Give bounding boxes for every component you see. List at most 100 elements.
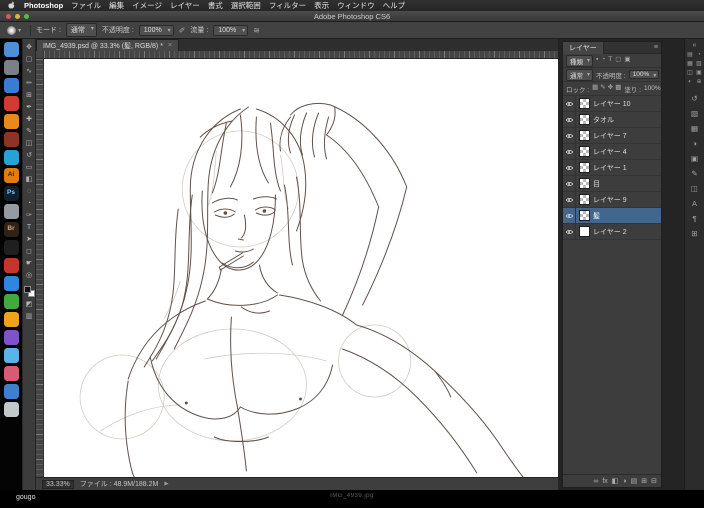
apple-menu-icon[interactable]	[8, 1, 16, 10]
menu-app-name[interactable]: Photoshop	[24, 1, 63, 10]
foreground-color-swatch[interactable]	[23, 286, 31, 293]
visibility-eye-icon[interactable]	[563, 111, 576, 128]
layer-thumbnail[interactable]	[579, 178, 590, 189]
opacity-select[interactable]: 100%	[138, 24, 174, 36]
visibility-eye-icon[interactable]	[563, 143, 576, 160]
panel-dock-icon-6[interactable]: ▣	[696, 69, 702, 78]
layer-mask-icon[interactable]: ◧	[612, 478, 619, 485]
menu-item[interactable]: 表示	[314, 0, 329, 11]
visibility-eye-icon[interactable]	[563, 191, 576, 208]
dock-app-icon-7[interactable]	[3, 150, 19, 165]
airbrush-icon[interactable]: ≋	[253, 26, 260, 35]
eraser-tool[interactable]: ▭	[26, 162, 33, 174]
fill-value[interactable]: 100%	[644, 85, 661, 92]
layer-row[interactable]: タオル	[563, 111, 661, 128]
quick-selection-tool[interactable]: ✏	[26, 78, 32, 90]
layer-row[interactable]: 髪	[563, 207, 661, 224]
menu-item[interactable]: 編集	[109, 0, 124, 11]
layer-name[interactable]: レイヤー 10	[593, 99, 631, 109]
layer-row[interactable]: レイヤー 2	[563, 223, 661, 240]
color-panel-icon[interactable]: ▧	[691, 106, 698, 121]
filter-adjustment-icon[interactable]: ◔	[601, 57, 605, 64]
flow-select[interactable]: 100%	[213, 24, 249, 36]
close-window-button[interactable]	[6, 14, 11, 19]
layer-row[interactable]: レイヤー 4	[563, 143, 661, 160]
dock-app-icon-13[interactable]	[3, 258, 19, 273]
bridge-icon[interactable]: Br	[3, 222, 19, 237]
filter-shape-icon[interactable]: ▢	[615, 57, 621, 64]
blur-tool[interactable]: ◌	[27, 186, 31, 198]
app-title-bar[interactable]: Adobe Photoshop CS6	[0, 11, 704, 22]
document-tab[interactable]: IMG_4939.psd @ 33.3% (髪, RGB/8) * ×	[36, 39, 180, 51]
menu-item[interactable]: フィルター	[269, 0, 306, 11]
zoom-window-button[interactable]	[24, 14, 29, 19]
layer-thumbnail[interactable]	[579, 226, 590, 237]
gradient-tool[interactable]: ◧	[26, 174, 33, 186]
new-layer-icon[interactable]: ⊞	[641, 478, 647, 485]
shape-tool[interactable]: ◻	[26, 246, 32, 258]
layer-blend-mode-select[interactable]: 通常	[566, 68, 593, 81]
dock-app-icon-16[interactable]	[3, 312, 19, 327]
layer-thumbnail[interactable]	[579, 130, 590, 141]
layer-thumbnail[interactable]	[579, 210, 590, 221]
dock-app-icon-15[interactable]	[3, 294, 19, 309]
crop-tool[interactable]: ⊞	[26, 90, 32, 102]
dock-app-icon-14[interactable]	[3, 276, 19, 291]
move-tool[interactable]: ✥	[26, 42, 32, 54]
link-layers-icon[interactable]: ∞	[593, 478, 598, 485]
panel-dock-icon-1[interactable]: ▤	[687, 51, 693, 60]
history-brush-tool[interactable]: ↺	[26, 150, 32, 162]
layer-row[interactable]: レイヤー 7	[563, 127, 661, 144]
dock-app-icon-17[interactable]	[3, 330, 19, 345]
tab-close-icon[interactable]: ×	[168, 42, 172, 49]
layer-name[interactable]: 髪	[593, 211, 600, 221]
minimize-window-button[interactable]	[15, 14, 20, 19]
layer-name[interactable]: レイヤー 7	[593, 131, 627, 141]
layer-row[interactable]: レイヤー 10	[563, 95, 661, 112]
layer-name[interactable]: レイヤー 4	[593, 147, 627, 157]
marquee-tool[interactable]: ▢	[26, 54, 33, 66]
layer-thumbnail[interactable]	[579, 194, 590, 205]
menu-item[interactable]: イメージ	[132, 0, 162, 11]
menu-item[interactable]: ファイル	[71, 0, 101, 11]
lock-transparency-icon[interactable]: ▦	[592, 85, 598, 92]
dock-app-icon-5[interactable]	[3, 114, 19, 129]
layer-row[interactable]: 目	[563, 175, 661, 192]
layer-row[interactable]: レイヤー 1	[563, 159, 661, 176]
dock-app-icon-2[interactable]	[3, 60, 19, 75]
visibility-eye-icon[interactable]	[563, 127, 576, 144]
menu-item[interactable]: 選択範囲	[231, 0, 261, 11]
photoshop-icon[interactable]: Ps	[3, 186, 19, 201]
panel-dock-icon-2[interactable]: ◔	[697, 51, 701, 60]
layer-filter-select[interactable]: 種類	[566, 54, 593, 67]
layer-group-icon[interactable]: ▤	[631, 478, 638, 485]
visibility-eye-icon[interactable]	[563, 159, 576, 176]
lock-pixels-icon[interactable]: ✎	[600, 85, 605, 92]
visibility-eye-icon[interactable]	[563, 223, 576, 240]
clone-stamp-tool[interactable]: ◫	[26, 138, 33, 150]
panel-dock-icon-8[interactable]: ⊕	[696, 78, 701, 87]
filter-pixel-icon[interactable]: ▪	[596, 57, 598, 64]
visibility-eye-icon[interactable]	[563, 207, 576, 224]
trash-icon[interactable]	[3, 402, 19, 417]
dock-app-icon-6[interactable]	[3, 132, 19, 147]
document-canvas[interactable]	[44, 59, 558, 477]
brush-tool[interactable]: ✎	[26, 126, 32, 138]
dock-app-icon-19[interactable]	[3, 366, 19, 381]
navigator-panel-icon[interactable]: ⊞	[691, 226, 697, 241]
eyedropper-tool[interactable]: ✒	[26, 102, 32, 114]
menu-item[interactable]: ウィンドウ	[337, 0, 375, 11]
styles-panel-icon[interactable]: ▣	[691, 151, 698, 166]
layer-row[interactable]: レイヤー 9	[563, 191, 661, 208]
zoom-level[interactable]: 33.33%	[42, 479, 74, 489]
healing-brush-tool[interactable]: ✚	[26, 114, 32, 126]
hand-tool[interactable]: ☛	[26, 258, 32, 270]
layer-name[interactable]: タオル	[593, 115, 614, 125]
foreground-background-swatches[interactable]	[23, 286, 35, 297]
dodge-tool[interactable]: ◔	[27, 198, 31, 210]
dock-app-icon-3[interactable]	[3, 78, 19, 93]
paragraph-panel-icon[interactable]: ¶	[692, 211, 696, 226]
panel-dock-icon-5[interactable]: ◫	[687, 69, 693, 78]
brush-panel-icon[interactable]: ✎	[691, 166, 697, 181]
visibility-eye-icon[interactable]	[563, 95, 576, 112]
